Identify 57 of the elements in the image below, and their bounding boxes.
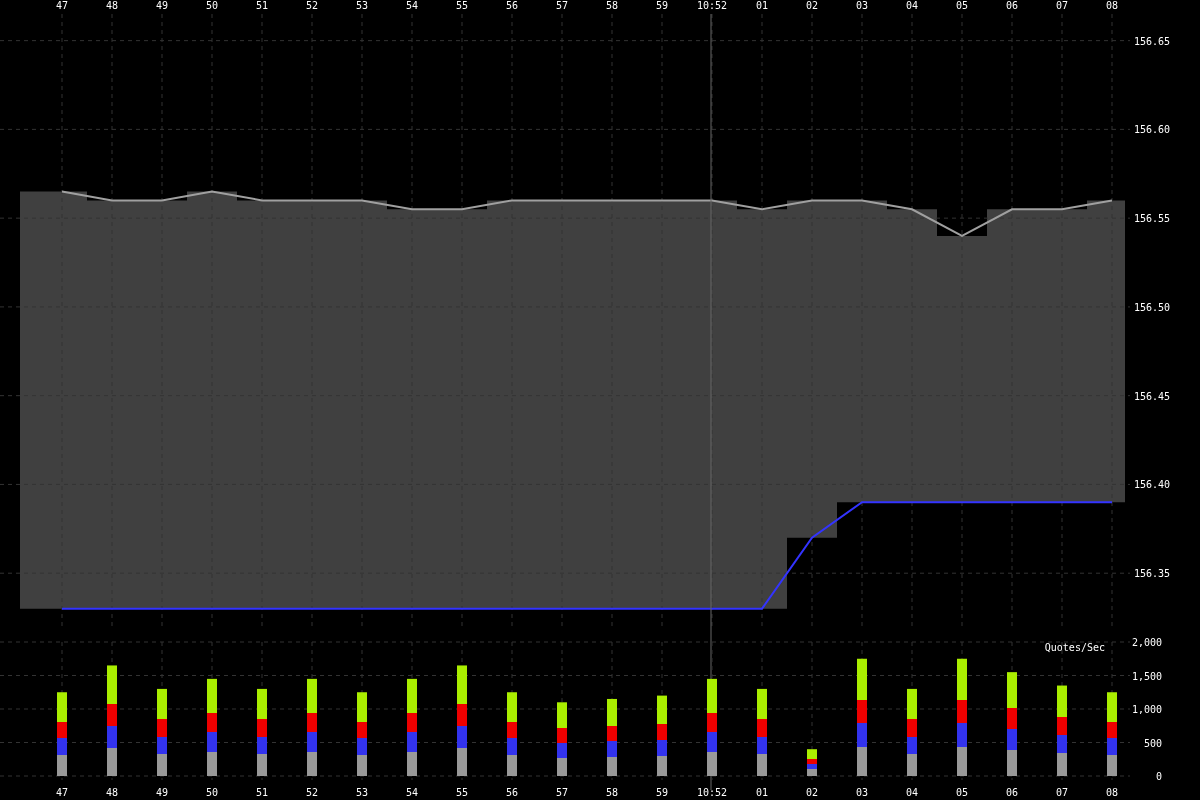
- time-label: 54: [406, 787, 418, 798]
- time-label: 55: [456, 0, 468, 11]
- time-label: 10:52: [696, 787, 728, 798]
- time-label: 04: [906, 787, 918, 798]
- price-tick-label: 156.35: [1133, 568, 1170, 580]
- time-label: 52: [306, 787, 318, 798]
- quotes-tick-label: 500: [1143, 737, 1162, 749]
- time-label: 59: [656, 0, 668, 11]
- time-label: 50: [206, 0, 218, 11]
- quotes-tick-label: 1,000: [1131, 704, 1162, 715]
- quotes-tick-label: 1,500: [1131, 670, 1162, 682]
- time-label: 06: [1006, 787, 1018, 798]
- time-label: 49: [156, 0, 168, 11]
- time-label: 07: [1056, 0, 1068, 11]
- time-label: 07: [1056, 787, 1068, 798]
- price-tick-label: 156.65: [1133, 35, 1170, 47]
- time-label: 49: [156, 787, 168, 798]
- quotes-tick-label: 0: [1155, 771, 1162, 782]
- time-label: 58: [606, 787, 618, 798]
- time-label: 10:52: [696, 0, 728, 11]
- time-label: 56: [506, 0, 518, 11]
- time-label: 05: [956, 0, 968, 11]
- quotes-tick-label: 2,000: [1131, 637, 1162, 648]
- time-label: 04: [906, 0, 918, 11]
- time-label: 02: [806, 0, 818, 11]
- time-label: 50: [206, 787, 218, 798]
- time-label: 01: [756, 787, 768, 798]
- price-tick-label: 156.45: [1133, 390, 1170, 402]
- time-label: 56: [506, 787, 518, 798]
- time-label: 57: [556, 787, 568, 798]
- time-label: 03: [856, 787, 868, 798]
- price-tick-label: 156.50: [1133, 301, 1170, 313]
- time-label: 47: [56, 787, 68, 798]
- time-label: 03: [856, 0, 868, 11]
- price-tick-label: 156.55: [1133, 213, 1170, 225]
- time-label: 08: [1106, 787, 1118, 798]
- time-label: 57: [556, 0, 568, 11]
- time-label: 52: [306, 0, 318, 11]
- time-label: 05: [956, 787, 968, 798]
- time-label: 01: [756, 0, 768, 11]
- time-label: 55: [456, 787, 468, 798]
- time-label: 53: [356, 0, 368, 11]
- time-label: 51: [256, 787, 268, 798]
- time-label: 48: [106, 0, 118, 11]
- time-label: 59: [656, 787, 668, 798]
- time-label: 48: [106, 787, 118, 798]
- time-label: 47: [56, 0, 68, 11]
- price-tick-label: 156.60: [1133, 124, 1170, 136]
- time-label: 08: [1106, 0, 1118, 11]
- price-tick-label: 156.40: [1133, 479, 1170, 491]
- time-label: 54: [406, 0, 418, 11]
- time-label: 02: [806, 787, 818, 798]
- time-label: 53: [356, 787, 368, 798]
- time-label: 06: [1006, 0, 1018, 11]
- quotes-chart-title: Quotes/Sec: [1044, 642, 1105, 653]
- time-label: 58: [606, 0, 618, 11]
- time-label: 51: [256, 0, 268, 11]
